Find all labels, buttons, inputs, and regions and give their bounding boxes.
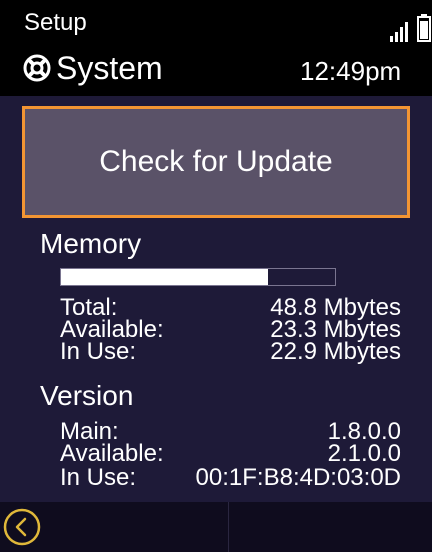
softkey-divider <box>228 502 229 552</box>
memory-in-use-label: In Use: <box>60 338 137 365</box>
battery-icon <box>417 14 431 42</box>
memory-in-use-value: 22.9 Mbytes <box>270 338 401 365</box>
memory-usage-bar <box>60 268 336 286</box>
version-available-value: 2.1.0.0 <box>327 440 401 467</box>
back-arrow-icon[interactable] <box>2 507 42 547</box>
memory-usage-bar-fill <box>61 269 268 285</box>
lifebuoy-icon <box>23 54 51 82</box>
clock-time: 12:49pm <box>300 56 402 86</box>
memory-heading: Memory <box>40 228 142 259</box>
version-in-use-value: 00:1F:B8:4D:03:0D <box>195 464 401 491</box>
page-title: System <box>56 50 163 86</box>
check-for-update-button[interactable]: Check for Update <box>22 106 410 218</box>
status-title: Setup <box>24 9 87 36</box>
signal-strength-icon <box>390 22 408 42</box>
version-in-use-label: In Use: <box>60 464 137 491</box>
version-available-label: Available: <box>60 440 164 467</box>
softkey-bar <box>0 502 432 552</box>
version-heading: Version <box>40 380 134 411</box>
